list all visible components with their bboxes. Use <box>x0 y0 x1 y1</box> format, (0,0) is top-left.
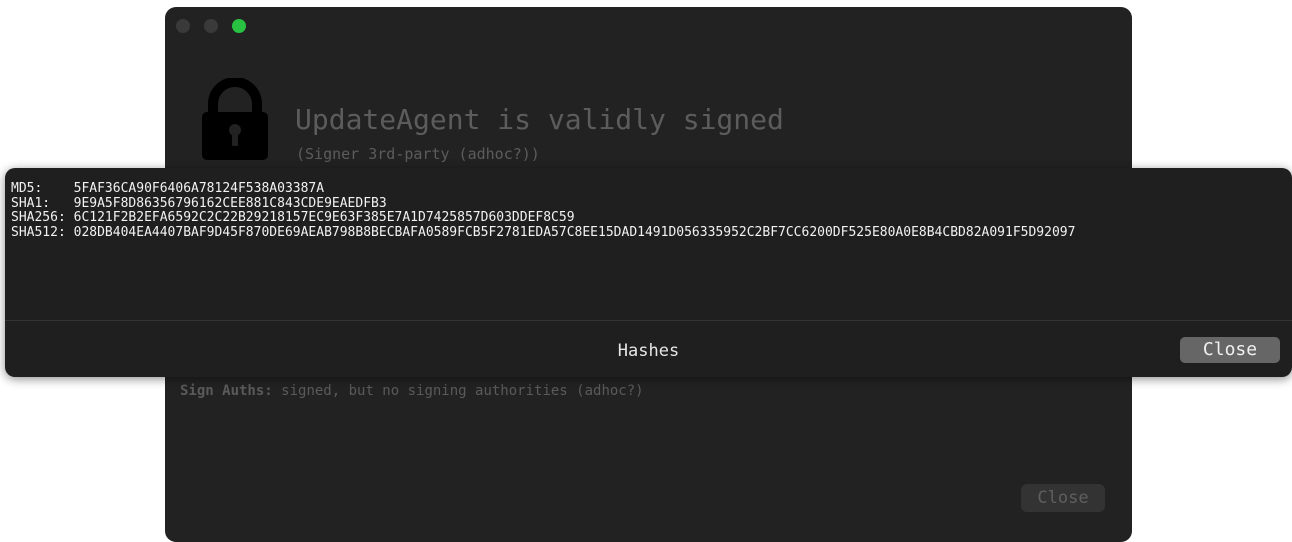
hash-row-sha256: SHA256: 6C121F2B2EFA6592C2C22B29218157EC… <box>11 210 1075 226</box>
hash-label: MD5: <box>11 181 66 196</box>
signature-status-title: UpdateAgent is validly signed <box>295 103 784 136</box>
sheet-divider <box>5 320 1292 321</box>
hashes-sheet: MD5: 5FAF36CA90F6406A78124F538A03387A SHA… <box>5 168 1292 377</box>
sheet-close-button[interactable]: Close <box>1180 337 1280 363</box>
hash-value: 028DB404EA4407BAF9D45F870DE69AEAB798B8BE… <box>73 224 1076 240</box>
zoom-window-button[interactable] <box>232 19 246 33</box>
hash-row-sha1: SHA1: 9E9A5F8D86356796162CEE881C843CDE9E… <box>11 195 1075 212</box>
hash-value: 5FAF36CA90F6406A78124F538A03387A <box>73 181 325 196</box>
sheet-title: Hashes <box>617 341 680 361</box>
signer-subtitle: (Signer 3rd-party (adhoc?)) <box>296 145 540 163</box>
hash-label: SHA1: <box>11 195 66 211</box>
sign-auths-label: Sign Auths: <box>180 383 273 399</box>
hashes-list[interactable]: MD5: 5FAF36CA90F6406A78124F538A03387A SHA… <box>11 181 1076 241</box>
sign-auths-value: signed, but no signing authorities (adho… <box>281 383 644 399</box>
hash-value: 6C121F2B2EFA6592C2C22B29218157EC9E63F385… <box>73 210 575 225</box>
hash-row-sha512: SHA512: 028DB404EA4407BAF9D45F870DE69AEA… <box>11 224 1076 241</box>
hash-label: SHA256: <box>11 210 66 225</box>
minimize-window-button[interactable] <box>204 19 218 33</box>
hash-value: 9E9A5F8D86356796162CEE881C843CDE9EAEDFB3 <box>73 195 387 211</box>
close-window-button[interactable] <box>176 19 190 33</box>
window-close-button[interactable]: Close <box>1021 484 1105 512</box>
sign-auths-row: Sign Auths: signed, but no signing autho… <box>180 383 644 399</box>
hash-row-md5: MD5: 5FAF36CA90F6406A78124F538A03387A <box>11 181 1075 197</box>
hash-label: SHA512: <box>11 224 66 240</box>
lock-icon <box>202 78 268 160</box>
